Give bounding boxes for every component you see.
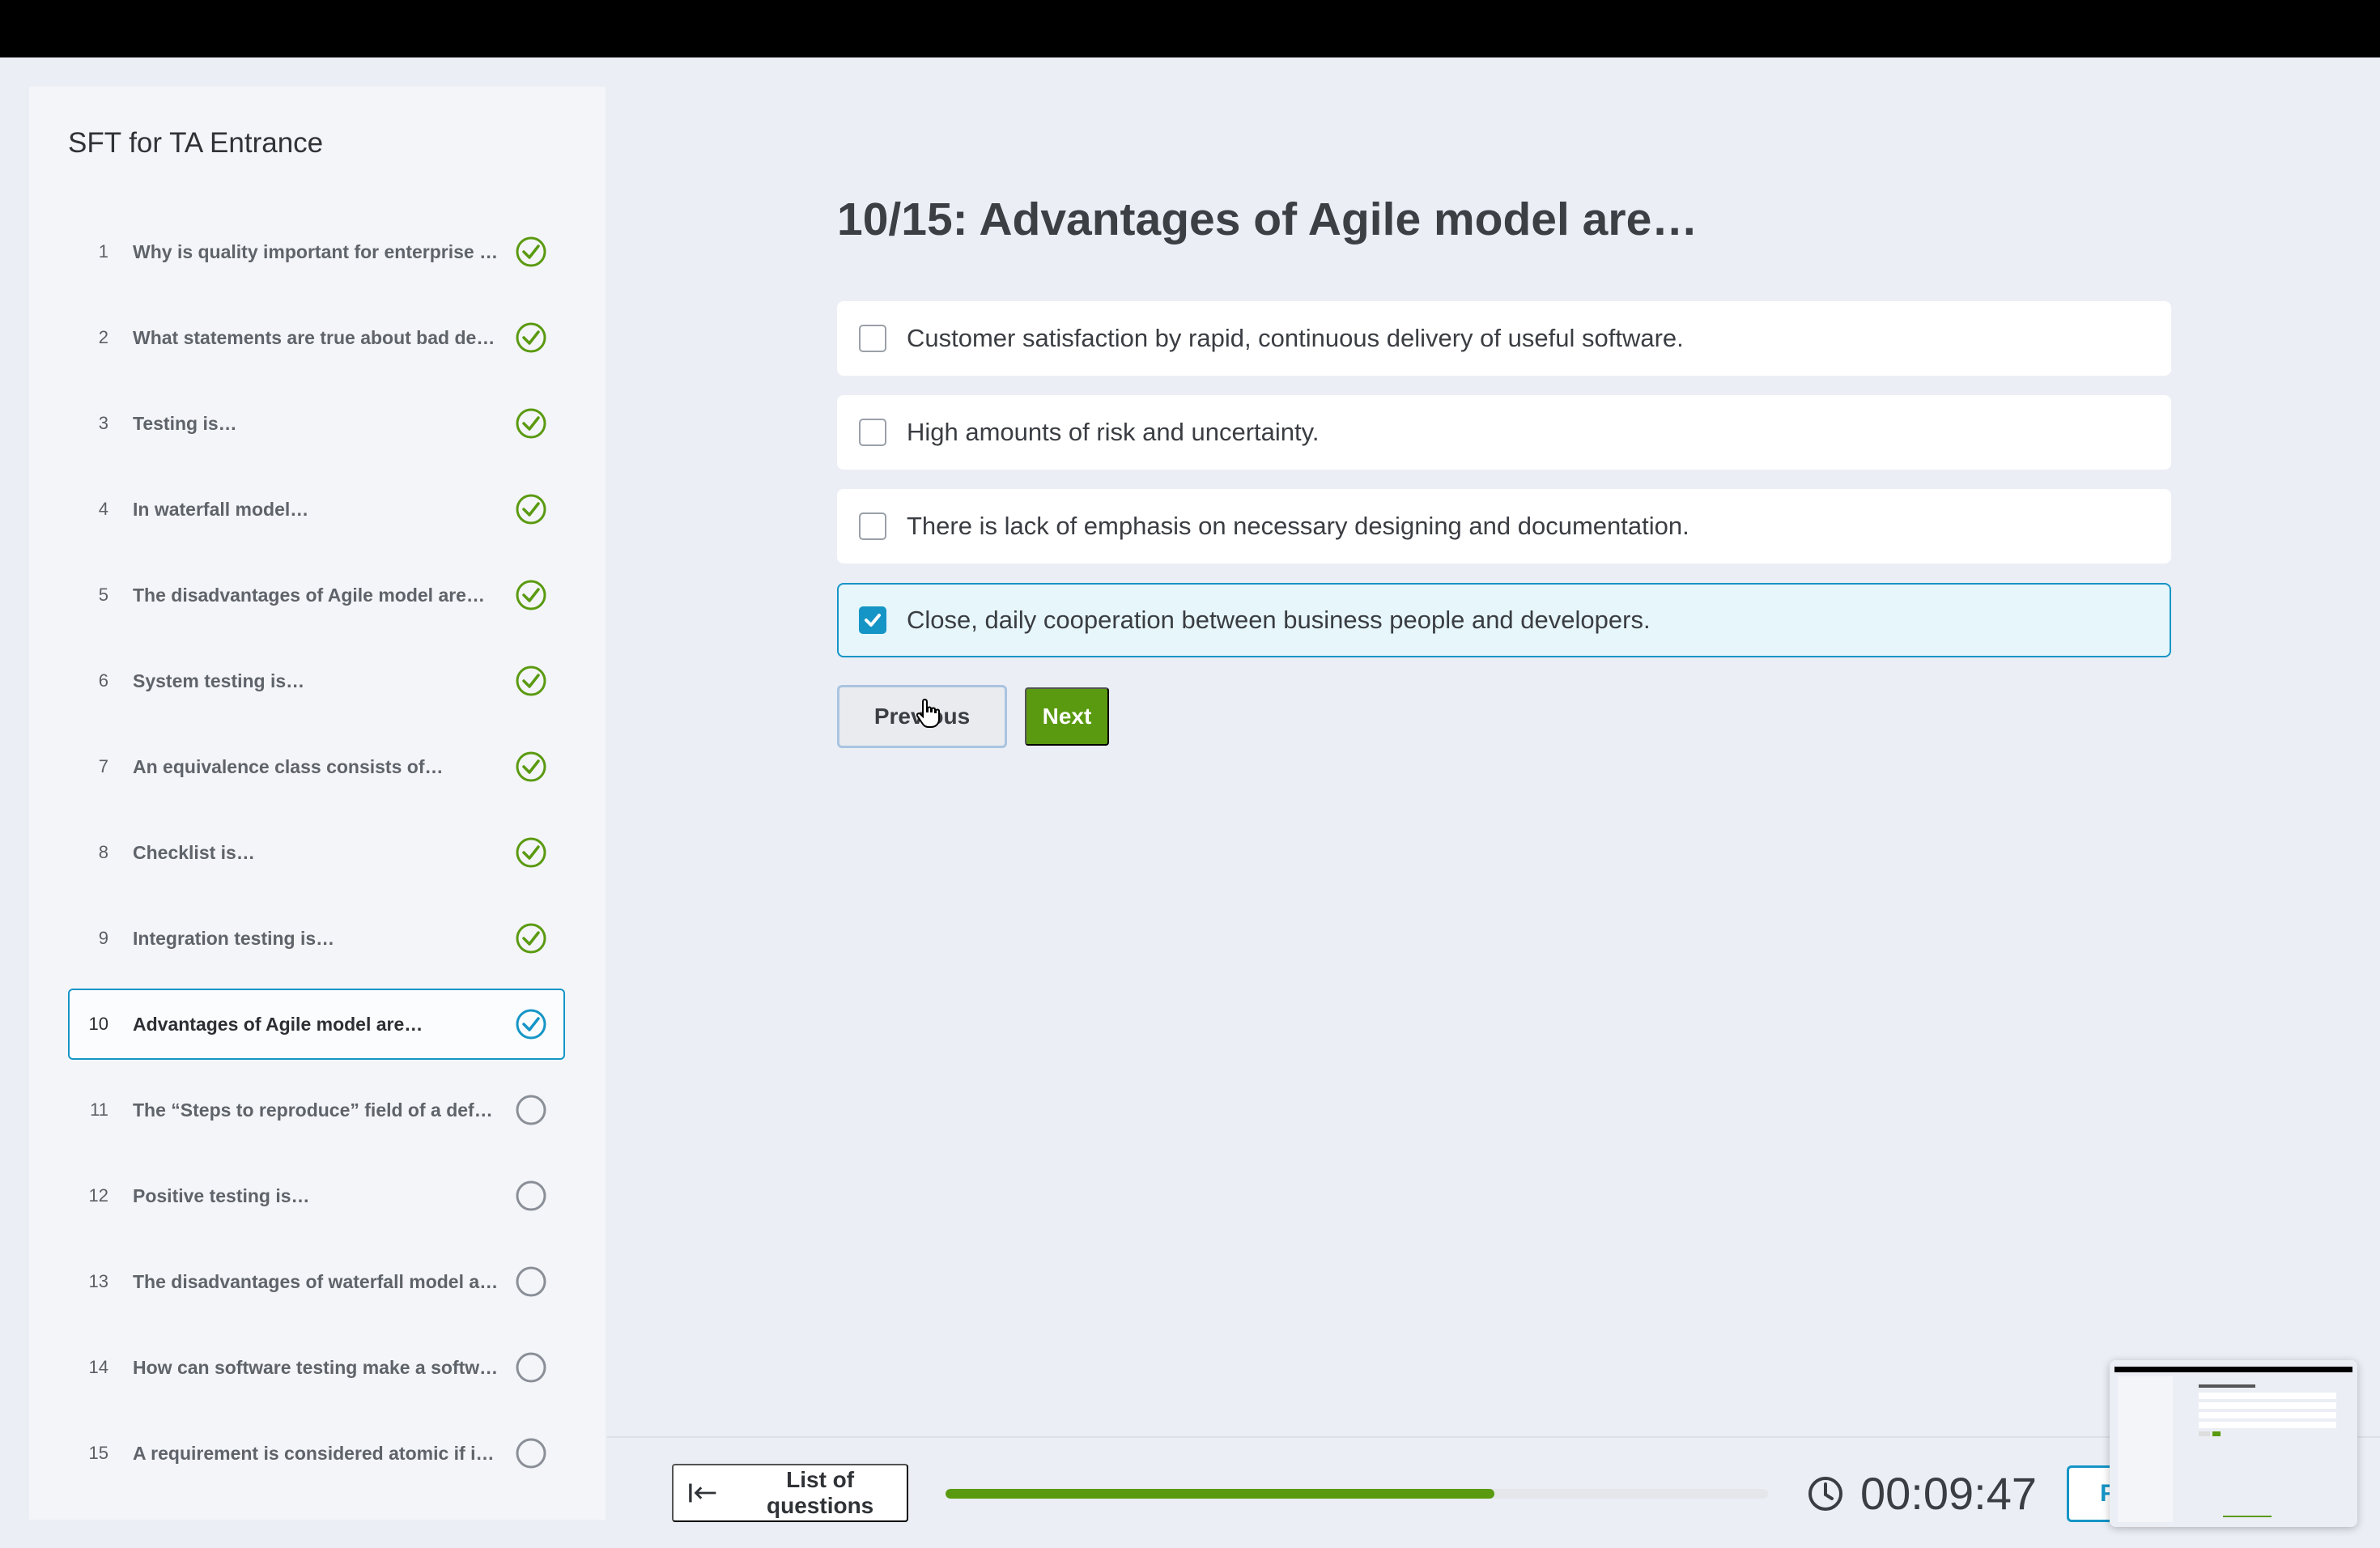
question-list-item[interactable]: 4 In waterfall model… [68, 474, 565, 545]
question-label: Positive testing is… [133, 1184, 310, 1206]
question-list-item[interactable]: 3 Testing is… [68, 388, 565, 459]
answer-checkbox[interactable] [859, 606, 886, 634]
question-list-item[interactable]: 9 Integration testing is… [68, 903, 565, 974]
question-number: 4 [98, 499, 108, 519]
screenshot-thumbnail[interactable] [2110, 1360, 2357, 1527]
check-circle-icon [516, 1009, 546, 1040]
question-number: 9 [98, 928, 108, 948]
question-label: A requirement is considered atomic if it… [133, 1442, 501, 1464]
empty-circle-icon [516, 1438, 546, 1469]
question-label: The “Steps to reproduce” field of a defe… [133, 1099, 514, 1121]
question-label: An equivalence class consists of… [133, 755, 444, 777]
question-number: 13 [88, 1271, 108, 1291]
answer-checkbox[interactable] [859, 512, 886, 540]
arrow-left-bar-icon [689, 1483, 716, 1503]
question-number: 2 [98, 327, 108, 347]
question-list-item[interactable]: 7 An equivalence class consists of… [68, 731, 565, 802]
check-circle-icon [516, 580, 546, 610]
question-label: What statements are true about bad defe… [133, 326, 512, 348]
checkmark-icon [865, 614, 881, 627]
question-label: In waterfall model… [133, 498, 309, 520]
empty-circle-icon [516, 1180, 546, 1211]
question-label: The disadvantages of waterfall model ar… [133, 1270, 506, 1292]
question-number: 15 [88, 1443, 108, 1463]
answer-checkbox[interactable] [859, 325, 886, 352]
question-title: 10/15: Advantages of Agile model are… [837, 194, 1698, 245]
list-of-questions-button[interactable]: List of questions [672, 1464, 908, 1522]
check-circle-icon [516, 666, 546, 696]
top-black-bar [0, 0, 2380, 57]
question-number: 1 [98, 241, 108, 262]
progress-bar [946, 1489, 1768, 1499]
answer-text: High amounts of risk and uncertainty. [907, 418, 1320, 446]
answer-option[interactable]: Close, daily cooperation between busines… [837, 583, 2171, 657]
question-label: Testing is… [133, 412, 237, 434]
question-label: Advantages of Agile model are… [133, 1013, 423, 1035]
question-number: 11 [90, 1099, 108, 1120]
empty-circle-icon [516, 1095, 546, 1125]
question-label: Checklist is… [133, 841, 255, 863]
question-list-item[interactable]: 8 Checklist is… [68, 817, 565, 888]
timer: 00:09:47 [1807, 1467, 2037, 1520]
question-list-item[interactable]: 2 What statements are true about bad defe… [68, 302, 565, 373]
question-label: System testing is… [133, 670, 305, 691]
check-circle-icon [516, 236, 546, 267]
answer-list: Customer satisfaction by rapid, continuo… [837, 301, 2171, 677]
question-list-item[interactable]: 10 Advantages of Agile model are… [68, 989, 565, 1060]
question-number: 6 [98, 670, 108, 691]
answer-option[interactable]: High amounts of risk and uncertainty. [837, 395, 2171, 470]
question-number: 10 [88, 1014, 108, 1034]
question-sidebar: SFT for TA Entrance 1 Why is quality impo… [29, 87, 606, 1520]
answer-option[interactable]: There is lack of emphasis on necessary d… [837, 489, 2171, 563]
question-number: 8 [98, 842, 108, 862]
question-number: 12 [88, 1185, 108, 1206]
question-label: The disadvantages of Agile model are… [133, 584, 485, 606]
check-circle-icon [516, 322, 546, 353]
check-circle-icon [516, 837, 546, 868]
question-list-item[interactable]: 11 The “Steps to reproduce” field of a de… [68, 1074, 565, 1146]
answer-text: Customer satisfaction by rapid, continuo… [907, 324, 1684, 352]
check-circle-icon [516, 923, 546, 954]
check-circle-icon [516, 494, 546, 525]
question-number: 14 [88, 1357, 108, 1377]
sidebar-title: SFT for TA Entrance [68, 127, 324, 159]
question-list-item[interactable]: 13 The disadvantages of waterfall model a… [68, 1246, 565, 1317]
answer-text: There is lack of emphasis on necessary d… [907, 512, 1689, 540]
answer-checkbox[interactable] [859, 419, 886, 446]
question-list-item[interactable]: 6 System testing is… [68, 645, 565, 717]
question-list-item[interactable]: 15 A requirement is considered atomic if … [68, 1418, 565, 1489]
thumbnail-preview [2110, 1360, 2357, 1527]
question-number: 5 [98, 585, 108, 605]
check-circle-icon [516, 751, 546, 782]
hand-cursor-icon [916, 698, 940, 728]
check-circle-icon [516, 408, 546, 439]
question-label: Integration testing is… [133, 927, 335, 949]
answer-text: Close, daily cooperation between busines… [907, 606, 1651, 634]
question-list-item[interactable]: 5 The disadvantages of Agile model are… [68, 559, 565, 631]
question-label: How can software testing make a softwar… [133, 1356, 515, 1378]
next-button[interactable]: Next [1025, 687, 1109, 746]
nav-buttons: Previous Next [837, 685, 1109, 748]
question-list: 1 Why is quality important for enterprise… [68, 216, 565, 1503]
empty-circle-icon [516, 1266, 546, 1297]
answer-option[interactable]: Customer satisfaction by rapid, continuo… [837, 301, 2171, 376]
timer-text: 00:09:47 [1860, 1468, 2037, 1519]
question-list-item[interactable]: 12 Positive testing is… [68, 1160, 565, 1231]
list-of-questions-label: List of questions [767, 1467, 874, 1518]
progress-fill [946, 1489, 1494, 1499]
clock-icon [1808, 1476, 1842, 1511]
empty-circle-icon [516, 1352, 546, 1383]
question-label: Why is quality important for enterprise … [133, 240, 510, 262]
question-list-item[interactable]: 1 Why is quality important for enterprise… [68, 216, 565, 287]
question-list-item[interactable]: 14 How can software testing make a softwa… [68, 1332, 565, 1403]
question-number: 7 [98, 756, 108, 776]
question-number: 3 [98, 413, 108, 433]
